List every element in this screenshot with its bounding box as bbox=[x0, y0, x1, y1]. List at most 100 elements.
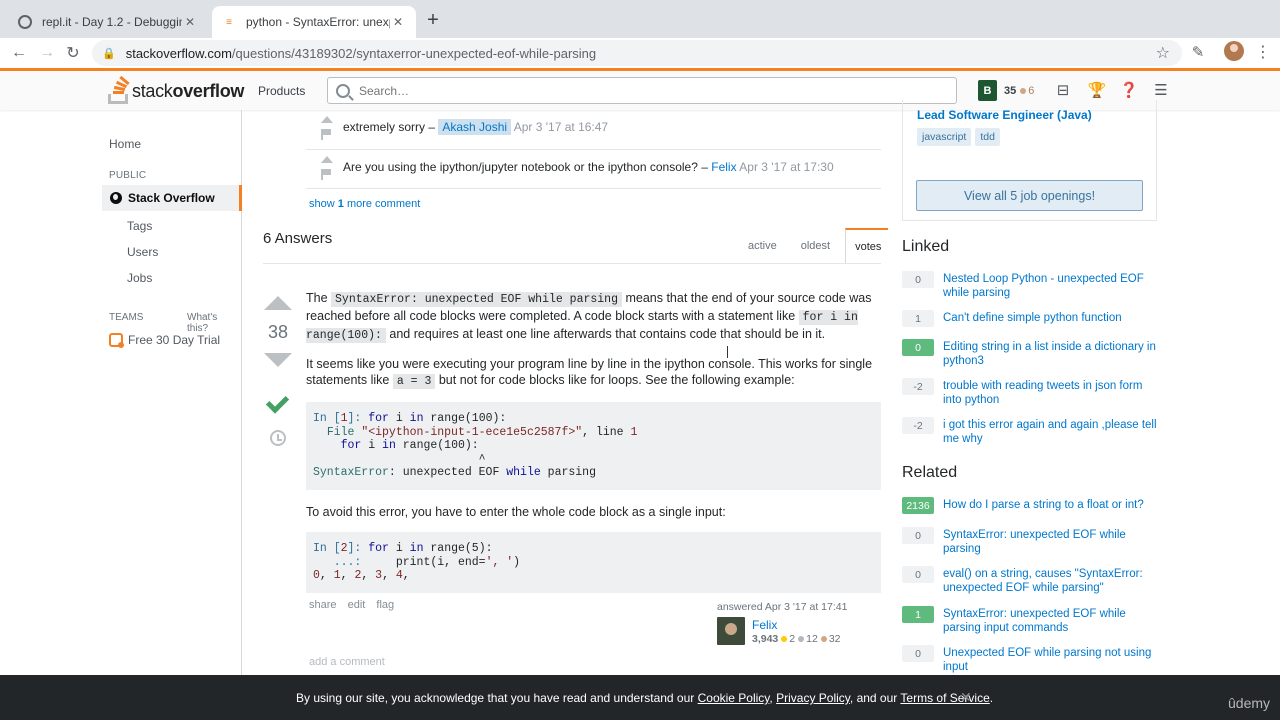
privacy-policy-link[interactable]: Privacy Policy bbox=[776, 691, 850, 705]
question-link[interactable]: SyntaxError: unexpected EOF while parsin… bbox=[943, 528, 1158, 556]
question-score: 2136 bbox=[902, 497, 934, 514]
comment-text: Are you using the ipython/jupyter notebo… bbox=[343, 160, 834, 174]
question-link[interactable]: Can't define simple python function bbox=[943, 311, 1158, 325]
comment-upvote-icon[interactable] bbox=[321, 156, 333, 163]
logo-text: stackoverflow bbox=[132, 80, 245, 101]
question-link[interactable]: eval() on a string, causes "SyntaxError:… bbox=[943, 567, 1158, 595]
nav-home[interactable]: Home bbox=[109, 137, 141, 151]
browser-tab-replit[interactable]: repl.it - Day 1.2 - Debugging ✕ bbox=[8, 6, 208, 38]
question-link[interactable]: How do I parse a string to a float or in… bbox=[943, 498, 1158, 512]
comment-item: Are you using the ipython/jupyter notebo… bbox=[306, 156, 881, 190]
new-tab-button[interactable]: + bbox=[424, 9, 442, 31]
question-link[interactable]: i got this error again and again ,please… bbox=[943, 418, 1158, 446]
address-bar-row: ← → ↻ 🔒 stackoverflow.com/questions/4318… bbox=[0, 38, 1280, 68]
linked-heading: Linked bbox=[902, 238, 950, 255]
share-link[interactable]: share bbox=[309, 599, 337, 611]
answer-vote-column: 38 bbox=[263, 296, 293, 367]
nav-tags[interactable]: Tags bbox=[127, 219, 152, 233]
achievements-trophy-icon[interactable]: 🏆 bbox=[1088, 81, 1107, 99]
url-host: stackoverflow.com bbox=[125, 45, 232, 61]
job-tag[interactable]: tdd bbox=[975, 128, 1000, 146]
profile-avatar[interactable] bbox=[1224, 41, 1244, 61]
edit-link[interactable]: edit bbox=[348, 599, 366, 611]
inbox-icon[interactable]: ⊟ bbox=[1054, 81, 1072, 99]
author-name-link[interactable]: Felix bbox=[752, 618, 777, 632]
close-tab-icon[interactable]: ✕ bbox=[182, 14, 198, 30]
browser-menu-icon[interactable]: ⋮ bbox=[1255, 42, 1271, 62]
answers-count-heading: 6 Answers bbox=[263, 230, 333, 247]
user-card[interactable]: B 35 6 bbox=[978, 80, 1034, 101]
question-score: 0 bbox=[902, 339, 934, 356]
upvote-arrow-icon[interactable] bbox=[264, 296, 292, 310]
jobs-box: Lead Software Engineer (Java) javascript… bbox=[902, 100, 1157, 221]
nav-stack-overflow-label: Stack Overflow bbox=[128, 191, 215, 205]
sort-tab-votes[interactable]: votes bbox=[845, 228, 888, 264]
post-menu: share edit flag bbox=[309, 599, 402, 611]
question-link[interactable]: Nested Loop Python - unexpected EOF whil… bbox=[943, 272, 1158, 300]
view-all-jobs-button[interactable]: View all 5 job openings! bbox=[916, 180, 1143, 211]
back-arrow-icon[interactable]: ← bbox=[8, 42, 30, 64]
answer-body: The SyntaxError: unexpected EOF while pa… bbox=[306, 290, 881, 607]
stackoverflow-logo-icon bbox=[108, 75, 130, 104]
job-title-link[interactable]: Lead Software Engineer (Java) bbox=[917, 108, 1092, 122]
author-avatar[interactable] bbox=[717, 617, 745, 645]
question-score: -2 bbox=[902, 378, 934, 395]
main-content: extremely sorry – Akash Joshi Apr 3 '17 … bbox=[243, 110, 888, 675]
answer-paragraph: It seems like you were executing your pr… bbox=[306, 357, 873, 389]
site-switcher-icon[interactable]: ☰ bbox=[1152, 81, 1170, 99]
sort-tab-oldest[interactable]: oldest bbox=[792, 228, 839, 264]
question-link[interactable]: trouble with reading tweets in json form… bbox=[943, 379, 1158, 407]
question-score: 0 bbox=[902, 645, 934, 662]
close-tab-icon[interactable]: ✕ bbox=[390, 14, 406, 30]
search-box[interactable] bbox=[327, 77, 957, 104]
answer-signature: answered Apr 3 '17 at 17:41 Felix 3,943 2… bbox=[717, 601, 887, 645]
products-menu[interactable]: Products bbox=[258, 84, 305, 98]
nav-users[interactable]: Users bbox=[127, 245, 158, 259]
lock-icon: 🔒 bbox=[102, 47, 116, 60]
answered-timestamp[interactable]: answered Apr 3 '17 at 17:41 bbox=[717, 601, 887, 613]
show-more-comments-link[interactable]: show 1 more comment bbox=[309, 198, 420, 210]
author-reputation: 3,943 2 12 32 bbox=[752, 633, 841, 645]
question-link[interactable]: Editing string in a list inside a dictio… bbox=[943, 340, 1158, 368]
close-icon[interactable]: ✕ bbox=[960, 689, 972, 706]
comment-flag-icon[interactable] bbox=[321, 129, 331, 140]
stackoverflow-logo[interactable]: stackoverflow bbox=[108, 75, 245, 105]
downvote-arrow-icon[interactable] bbox=[264, 353, 292, 367]
help-icon[interactable]: ❓ bbox=[1120, 81, 1139, 99]
nav-jobs[interactable]: Jobs bbox=[127, 271, 152, 285]
nav-stack-overflow[interactable]: Stack Overflow bbox=[102, 185, 242, 211]
teams-icon bbox=[109, 333, 124, 348]
cookie-policy-link[interactable]: Cookie Policy bbox=[698, 691, 770, 705]
forward-arrow-icon[interactable]: → bbox=[36, 42, 58, 64]
comment-user-link[interactable]: Felix bbox=[711, 160, 736, 174]
sort-tab-active[interactable]: active bbox=[739, 228, 786, 264]
comment-text: extremely sorry – Akash Joshi Apr 3 '17 … bbox=[343, 119, 609, 135]
edit-history-icon[interactable] bbox=[270, 430, 286, 446]
bookmark-star-icon[interactable]: ☆ bbox=[1156, 43, 1170, 63]
comment-date[interactable]: Apr 3 '17 at 16:47 bbox=[514, 120, 608, 134]
search-input[interactable] bbox=[359, 83, 919, 98]
url-bar[interactable]: 🔒 stackoverflow.com/questions/43189302/s… bbox=[92, 40, 1182, 66]
flag-link[interactable]: flag bbox=[376, 599, 394, 611]
browser-tab-stackoverflow[interactable]: ≡ python - SyntaxError: unexpecte ✕ bbox=[212, 6, 416, 38]
comment-upvote-icon[interactable] bbox=[321, 116, 333, 123]
code-block-solution: In [2]: for i in range(5): ...: print(i,… bbox=[306, 531, 881, 593]
comment-date[interactable]: Apr 3 '17 at 17:30 bbox=[739, 160, 833, 174]
code-block-example: In [1]: for i in range(100): File "<ipyt… bbox=[306, 402, 881, 490]
reload-icon[interactable]: ↻ bbox=[62, 42, 84, 64]
answer-paragraph: To avoid this error, you have to enter t… bbox=[306, 504, 726, 519]
question-link[interactable]: SyntaxError: unexpected EOF while parsin… bbox=[943, 607, 1158, 635]
comment-user-link[interactable]: Akash Joshi bbox=[438, 119, 512, 135]
whats-this-link[interactable]: What's this? bbox=[187, 312, 241, 334]
extension-pencil-icon[interactable]: ✎ bbox=[1188, 42, 1208, 62]
question-link[interactable]: Unexpected EOF while parsing not using i… bbox=[943, 646, 1158, 674]
comment-vote bbox=[321, 116, 333, 140]
comment-flag-icon[interactable] bbox=[321, 169, 331, 180]
free-trial-link[interactable]: Free 30 Day Trial bbox=[109, 333, 221, 348]
terms-of-service-link[interactable]: Terms of Service bbox=[900, 691, 989, 705]
job-tag[interactable]: javascript bbox=[917, 128, 972, 146]
add-comment-link[interactable]: add a comment bbox=[309, 656, 385, 668]
free-trial-label: Free 30 Day Trial bbox=[128, 333, 221, 347]
job-tags: javascript tdd bbox=[917, 128, 1004, 146]
silver-badge-icon bbox=[798, 636, 805, 642]
